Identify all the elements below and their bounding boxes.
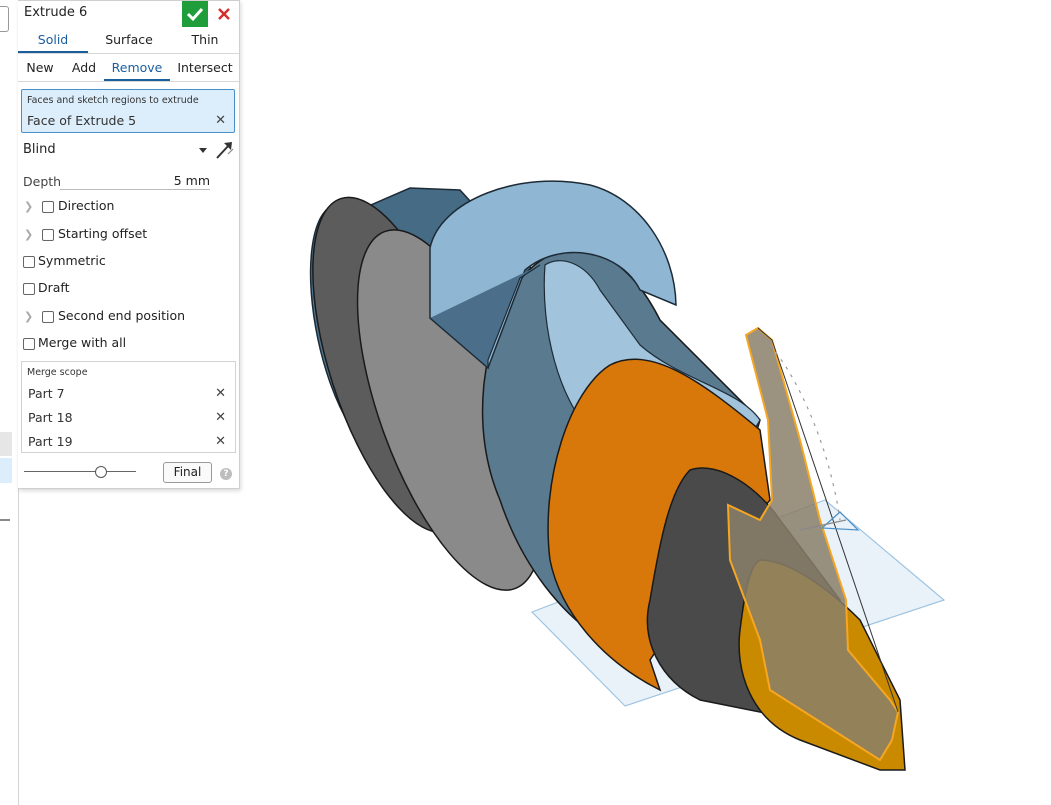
selection-label: Faces and sketch regions to extrude <box>27 95 199 106</box>
tab-thin[interactable]: Thin <box>171 27 239 53</box>
end-type-value: Blind <box>23 142 56 157</box>
symmetric-option: Symmetric <box>18 253 239 273</box>
tab-new[interactable]: New <box>20 55 60 81</box>
depth-input[interactable]: 5 mm <box>60 173 210 190</box>
direction-label: Direction <box>58 198 115 213</box>
merge-scope-field[interactable]: Merge scope Part 7 ✕ Part 18 ✕ Part 19 ✕ <box>21 361 236 453</box>
chevron-down-icon <box>199 148 207 153</box>
end-type-dropdown[interactable]: Blind <box>23 142 207 160</box>
draft-label: Draft <box>38 280 70 295</box>
merge-scope-item: Part 7 <box>28 386 65 401</box>
operation-tabs: New Add Remove Intersect <box>18 55 239 82</box>
chevron-right-icon[interactable]: ❯ <box>24 200 33 213</box>
accept-button[interactable] <box>182 1 208 27</box>
rollback-slider-handle[interactable] <box>95 466 107 478</box>
left-sidebar-strip <box>0 0 19 805</box>
feature-title: Extrude 6 <box>24 5 88 20</box>
sidebar-divider <box>0 519 10 521</box>
merge-with-all-label: Merge with all <box>38 335 127 350</box>
final-button[interactable]: Final <box>163 462 212 483</box>
direction-option: ❯ Direction <box>18 198 239 218</box>
body-type-tabs: Solid Surface Thin <box>18 27 239 54</box>
symmetric-label: Symmetric <box>38 253 106 268</box>
starting-offset-label: Starting offset <box>58 226 148 241</box>
dialog-header: Extrude 6 <box>18 1 239 27</box>
symmetric-checkbox[interactable] <box>23 256 35 268</box>
close-icon <box>218 8 230 20</box>
draft-checkbox[interactable] <box>23 283 35 295</box>
remove-selection-icon[interactable]: ✕ <box>215 113 226 128</box>
chevron-right-icon[interactable]: ❯ <box>24 228 33 241</box>
second-end-checkbox[interactable] <box>42 311 54 323</box>
help-icon[interactable]: ? <box>220 468 232 480</box>
sidebar-list-item-selected[interactable] <box>0 458 12 483</box>
merge-with-all-option: Merge with all <box>18 335 239 355</box>
remove-item-icon[interactable]: ✕ <box>215 410 226 425</box>
second-end-label: Second end position <box>58 308 186 323</box>
rollback-slider-track[interactable] <box>24 471 136 472</box>
flip-direction-icon[interactable] <box>214 140 234 160</box>
faces-selection-field[interactable]: Faces and sketch regions to extrude Face… <box>21 89 235 133</box>
starting-offset-option: ❯ Starting offset <box>18 226 239 246</box>
sidebar-collapsed-control[interactable] <box>0 6 9 32</box>
cancel-button[interactable] <box>212 1 236 27</box>
tab-surface[interactable]: Surface <box>94 27 164 53</box>
starting-offset-checkbox[interactable] <box>42 229 54 241</box>
remove-item-icon[interactable]: ✕ <box>215 386 226 401</box>
extrude-feature-dialog: Extrude 6 Solid Surface Thin New Add Rem… <box>18 0 240 489</box>
merge-with-all-checkbox[interactable] <box>23 338 35 350</box>
sidebar-list-item[interactable] <box>0 432 12 456</box>
chevron-right-icon[interactable]: ❯ <box>24 310 33 323</box>
remove-item-icon[interactable]: ✕ <box>215 434 226 449</box>
tab-intersect[interactable]: Intersect <box>173 55 237 81</box>
tab-solid[interactable]: Solid <box>18 27 88 53</box>
second-end-option: ❯ Second end position <box>18 308 239 328</box>
merge-scope-item: Part 19 <box>28 434 73 449</box>
merge-scope-item: Part 18 <box>28 410 73 425</box>
direction-checkbox[interactable] <box>42 201 54 213</box>
checkmark-icon <box>186 7 204 22</box>
merge-scope-label: Merge scope <box>27 367 88 378</box>
draft-option: Draft <box>18 280 239 300</box>
selection-value: Face of Extrude 5 <box>27 113 137 128</box>
depth-label: Depth <box>23 174 62 189</box>
tab-add[interactable]: Add <box>64 55 104 81</box>
tab-remove[interactable]: Remove <box>104 55 170 81</box>
